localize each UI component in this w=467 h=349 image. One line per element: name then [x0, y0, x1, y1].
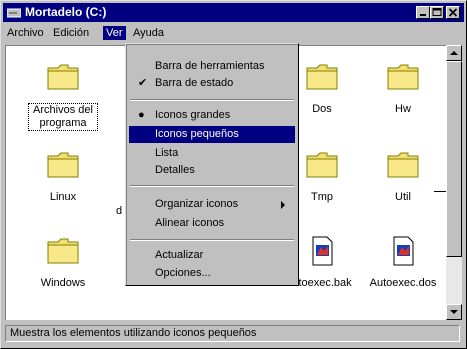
scroll-thumb[interactable] [446, 61, 462, 257]
folder-archivos-del-programa[interactable]: Archivos del programa [23, 62, 103, 131]
status-text: Muestra los elementos utilizando iconos … [5, 325, 460, 342]
batch-file-icon [312, 236, 333, 266]
menu-item-barra-herramientas[interactable]: Barra de herramientas [129, 58, 295, 75]
menu-item-iconos-grandes[interactable]: ● Iconos grandes [129, 107, 295, 124]
folder-icon [387, 152, 419, 178]
folder-hw[interactable]: Hw [363, 62, 443, 116]
folder-icon [306, 152, 338, 178]
explorer-window: Mortadelo (C:) Archivo Edición Ver Ayuda… [0, 0, 467, 349]
scroll-down-button[interactable] [446, 304, 462, 320]
pointer-line [434, 191, 446, 192]
menu-item-organizar-iconos[interactable]: Organizar iconos [129, 196, 295, 213]
arrow-down-icon [450, 310, 458, 314]
folder-linux[interactable]: Linux [23, 150, 103, 204]
menu-ayuda[interactable]: Ayuda [133, 26, 164, 40]
maximize-button[interactable] [430, 6, 444, 19]
folder-label: Util [395, 191, 411, 203]
menu-item-barra-estado[interactable]: ✔ Barra de estado [129, 75, 295, 92]
drive-icon [7, 8, 21, 18]
folder-icon [387, 64, 419, 90]
window-title: Mortadelo (C:) [25, 5, 107, 19]
folder-icon [47, 238, 79, 264]
scroll-up-button[interactable] [446, 45, 462, 61]
menu-ver[interactable]: Ver [103, 26, 126, 40]
file-autoexec-dos[interactable]: Autoexec.dos [363, 236, 443, 290]
file-label: Autoexec.dos [369, 277, 437, 289]
checkmark-icon: ✔ [138, 77, 148, 89]
view-menu-dropdown: Barra de herramientas ✔ Barra de estado … [125, 43, 299, 286]
folder-label: Linux [49, 191, 77, 203]
menu-separator [130, 185, 294, 187]
menu-item-opciones[interactable]: Opciones... [129, 265, 295, 282]
close-button[interactable] [446, 6, 460, 19]
folder-label: Archivos del programa [28, 103, 98, 131]
menu-item-lista[interactable]: Lista [129, 145, 295, 162]
menu-item-alinear-iconos[interactable]: Alinear iconos [129, 215, 295, 232]
batch-file-icon [393, 236, 414, 266]
minimize-button[interactable] [416, 6, 430, 19]
partial-label: d [116, 205, 123, 217]
folder-icon [47, 152, 79, 178]
folder-windows[interactable]: Windows [23, 236, 103, 290]
folder-icon [47, 64, 79, 90]
menu-separator [130, 239, 294, 241]
submenu-arrow-icon [281, 201, 285, 209]
folder-label: Windows [40, 277, 86, 289]
folder-label: Hw [395, 103, 411, 115]
radio-bullet-icon: ● [138, 109, 145, 121]
vertical-scrollbar[interactable] [446, 45, 462, 320]
status-bar: Muestra los elementos utilizando iconos … [3, 322, 464, 346]
menu-item-actualizar[interactable]: Actualizar [129, 247, 295, 264]
folder-util[interactable]: Util [363, 150, 443, 204]
title-bar[interactable]: Mortadelo (C:) [3, 3, 464, 22]
menu-item-detalles[interactable]: Detalles [129, 162, 295, 179]
folder-icon [306, 64, 338, 90]
arrow-up-icon [450, 51, 458, 55]
menu-edicion[interactable]: Edición [53, 26, 89, 40]
menu-separator [130, 99, 294, 101]
menu-archivo[interactable]: Archivo [7, 26, 44, 40]
menu-bar: Archivo Edición Ver Ayuda [3, 23, 464, 43]
menu-item-iconos-pequenos[interactable]: Iconos pequeños [129, 126, 295, 143]
